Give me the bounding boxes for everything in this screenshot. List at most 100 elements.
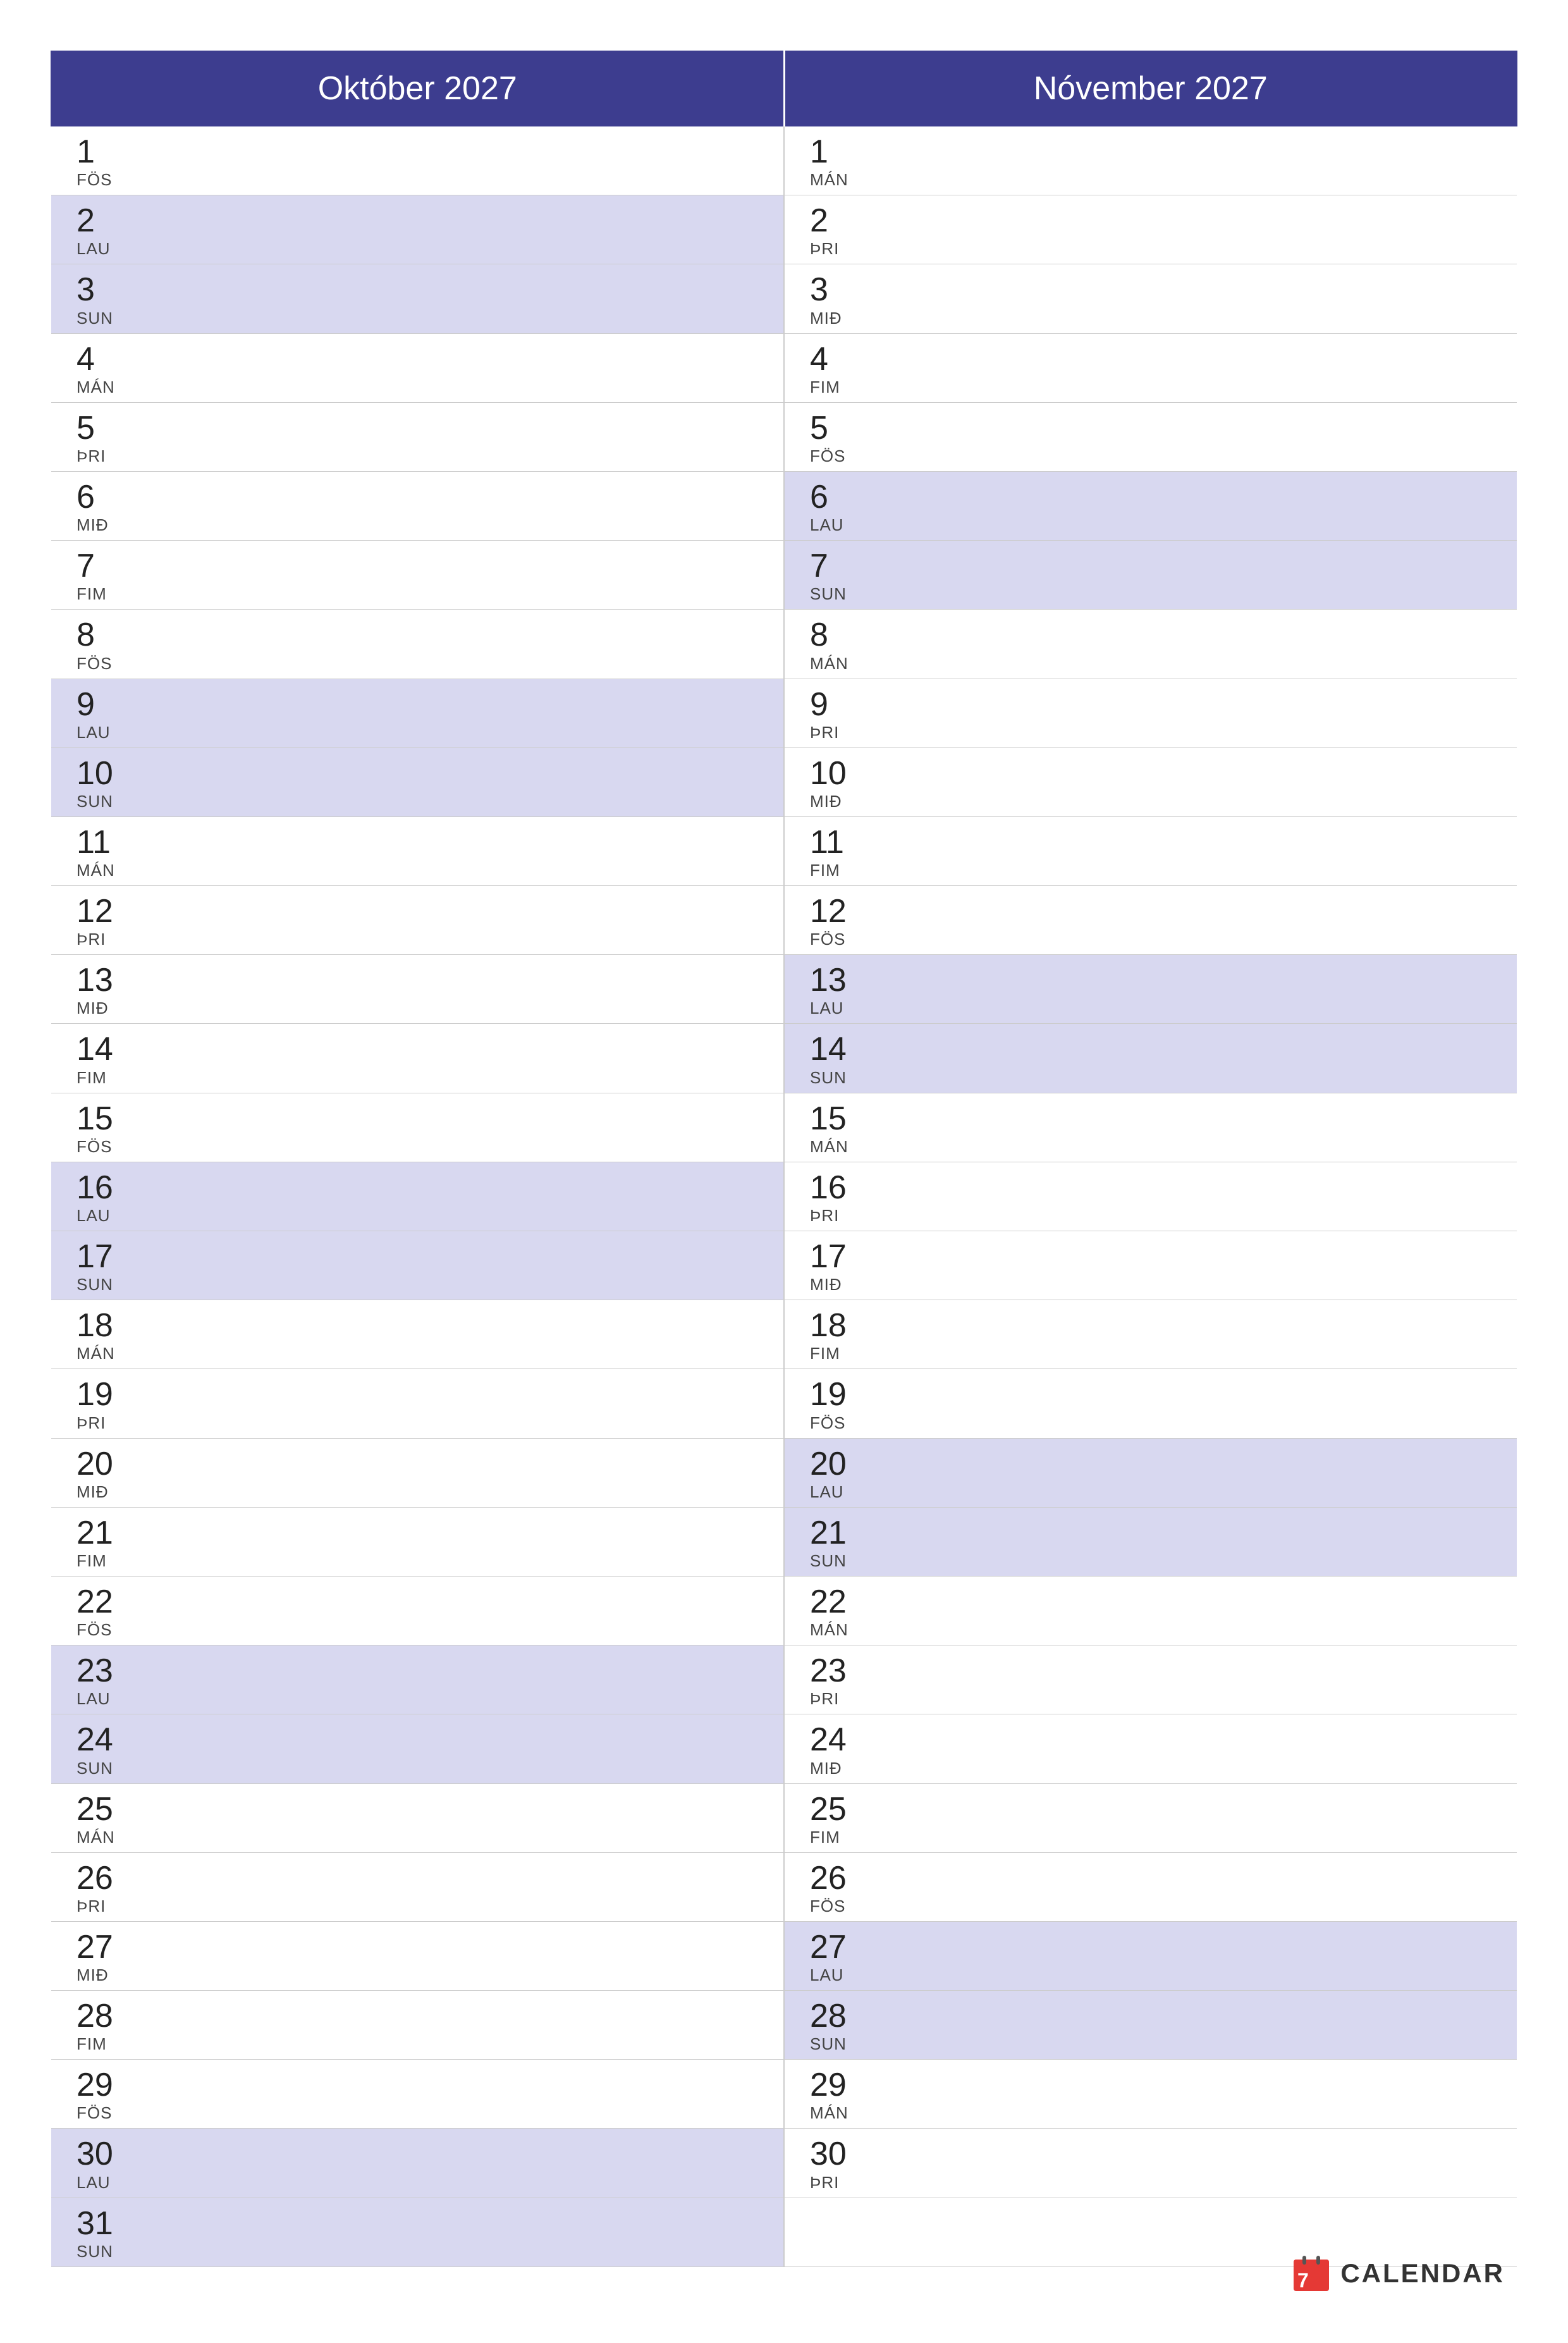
november-day-cell: 6 LAU xyxy=(784,471,1517,540)
day-number: 12 xyxy=(77,894,758,930)
day-number: 29 xyxy=(77,2067,758,2103)
day-number: 8 xyxy=(810,617,1491,653)
table-row: 14 FIM 14 SUN xyxy=(51,1024,1517,1093)
day-number: 10 xyxy=(810,756,1491,792)
october-day-cell: 7 FIM xyxy=(51,541,784,610)
november-day-cell: 24 MIÐ xyxy=(784,1714,1517,1783)
october-day-cell: 30 LAU xyxy=(51,2129,784,2198)
day-number: 22 xyxy=(810,1584,1491,1620)
table-row: 29 FÖS 29 MÁN xyxy=(51,2060,1517,2129)
day-number: 11 xyxy=(810,825,1491,861)
day-name: FÖS xyxy=(810,446,1491,466)
october-day-cell: 14 FIM xyxy=(51,1024,784,1093)
day-name: MIÐ xyxy=(77,1965,758,1985)
november-day-cell: 20 LAU xyxy=(784,1438,1517,1507)
day-number: 11 xyxy=(77,825,758,861)
november-day-cell: 8 MÁN xyxy=(784,610,1517,679)
day-name: FÖS xyxy=(810,1897,1491,1916)
day-number: 16 xyxy=(77,1170,758,1206)
table-row: 21 FIM 21 SUN xyxy=(51,1507,1517,1576)
october-day-cell: 6 MIÐ xyxy=(51,471,784,540)
day-number: 19 xyxy=(810,1377,1491,1413)
day-name: MÁN xyxy=(810,1620,1491,1640)
day-number: 27 xyxy=(77,1929,758,1965)
day-number: 16 xyxy=(810,1170,1491,1206)
table-row: 28 FIM 28 SUN xyxy=(51,1991,1517,2060)
november-day-cell: 9 ÞRI xyxy=(784,679,1517,747)
day-name: FIM xyxy=(77,1068,758,1088)
day-number: 2 xyxy=(810,203,1491,239)
day-number: 25 xyxy=(77,1792,758,1828)
day-number: 1 xyxy=(77,134,758,170)
day-name: LAU xyxy=(77,239,758,259)
october-day-cell: 22 FÖS xyxy=(51,1576,784,1645)
day-name: MÁN xyxy=(77,1828,758,1847)
table-row: 1 FÖS 1 MÁN xyxy=(51,126,1517,195)
day-number: 8 xyxy=(77,617,758,653)
october-day-cell: 8 FÖS xyxy=(51,610,784,679)
october-day-cell: 11 MÁN xyxy=(51,816,784,885)
day-number: 5 xyxy=(77,410,758,446)
day-number: 15 xyxy=(77,1101,758,1137)
day-name: LAU xyxy=(810,1965,1491,1985)
day-number: 26 xyxy=(810,1860,1491,1897)
day-number: 7 xyxy=(77,548,758,584)
november-day-cell: 23 ÞRI xyxy=(784,1645,1517,1714)
october-day-cell: 2 LAU xyxy=(51,195,784,264)
day-name: LAU xyxy=(77,1689,758,1709)
day-name: FÖS xyxy=(77,170,758,190)
day-name: SUN xyxy=(810,1068,1491,1088)
october-day-cell: 18 MÁN xyxy=(51,1300,784,1369)
table-row: 6 MIÐ 6 LAU xyxy=(51,471,1517,540)
brand-label: CALENDAR xyxy=(1340,2258,1505,2289)
november-day-cell: 16 ÞRI xyxy=(784,1162,1517,1231)
table-row: 23 LAU 23 ÞRI xyxy=(51,1645,1517,1714)
day-number: 4 xyxy=(77,341,758,378)
november-day-cell: 2 ÞRI xyxy=(784,195,1517,264)
day-name: SUN xyxy=(810,584,1491,604)
november-day-cell: 25 FIM xyxy=(784,1783,1517,1852)
table-row: 10 SUN 10 MIÐ xyxy=(51,747,1517,816)
october-day-cell: 5 ÞRI xyxy=(51,402,784,471)
november-day-cell: 10 MIÐ xyxy=(784,747,1517,816)
day-number: 4 xyxy=(810,341,1491,378)
november-day-cell: 11 FIM xyxy=(784,816,1517,885)
day-name: SUN xyxy=(810,2034,1491,2054)
november-day-cell: 27 LAU xyxy=(784,1921,1517,1990)
table-row: 22 FÖS 22 MÁN xyxy=(51,1576,1517,1645)
svg-text:7: 7 xyxy=(1297,2269,1309,2292)
day-number: 21 xyxy=(810,1515,1491,1551)
day-number: 30 xyxy=(810,2136,1491,2172)
day-name: ÞRI xyxy=(77,930,758,949)
day-number: 17 xyxy=(810,1239,1491,1275)
day-name: MÁN xyxy=(810,2103,1491,2123)
november-day-cell: 3 MIÐ xyxy=(784,264,1517,333)
november-header: Nóvember 2027 xyxy=(784,51,1517,126)
october-day-cell: 4 MÁN xyxy=(51,333,784,402)
table-row: 27 MIÐ 27 LAU xyxy=(51,1921,1517,1990)
day-number: 15 xyxy=(810,1101,1491,1137)
day-name: ÞRI xyxy=(810,239,1491,259)
october-day-cell: 26 ÞRI xyxy=(51,1852,784,1921)
day-name: FIM xyxy=(810,861,1491,880)
day-name: LAU xyxy=(810,515,1491,535)
day-number: 26 xyxy=(77,1860,758,1897)
day-number: 5 xyxy=(810,410,1491,446)
october-day-cell: 9 LAU xyxy=(51,679,784,747)
calendar-page: Október 2027 Nóvember 2027 1 FÖS 1 MÁN 2… xyxy=(0,0,1568,2343)
day-number: 23 xyxy=(77,1653,758,1689)
october-day-cell: 10 SUN xyxy=(51,747,784,816)
october-day-cell: 23 LAU xyxy=(51,1645,784,1714)
day-name: FIM xyxy=(77,2034,758,2054)
footer: 7 CALENDAR xyxy=(1292,2254,1505,2292)
day-name: LAU xyxy=(77,1206,758,1226)
day-name: SUN xyxy=(810,1551,1491,1571)
october-day-cell: 12 ÞRI xyxy=(51,886,784,955)
day-number: 1 xyxy=(810,134,1491,170)
day-number: 25 xyxy=(810,1792,1491,1828)
october-day-cell: 20 MIÐ xyxy=(51,1438,784,1507)
october-day-cell: 31 SUN xyxy=(51,2198,784,2266)
day-name: LAU xyxy=(810,1482,1491,1502)
day-name: SUN xyxy=(77,792,758,811)
table-row: 25 MÁN 25 FIM xyxy=(51,1783,1517,1852)
